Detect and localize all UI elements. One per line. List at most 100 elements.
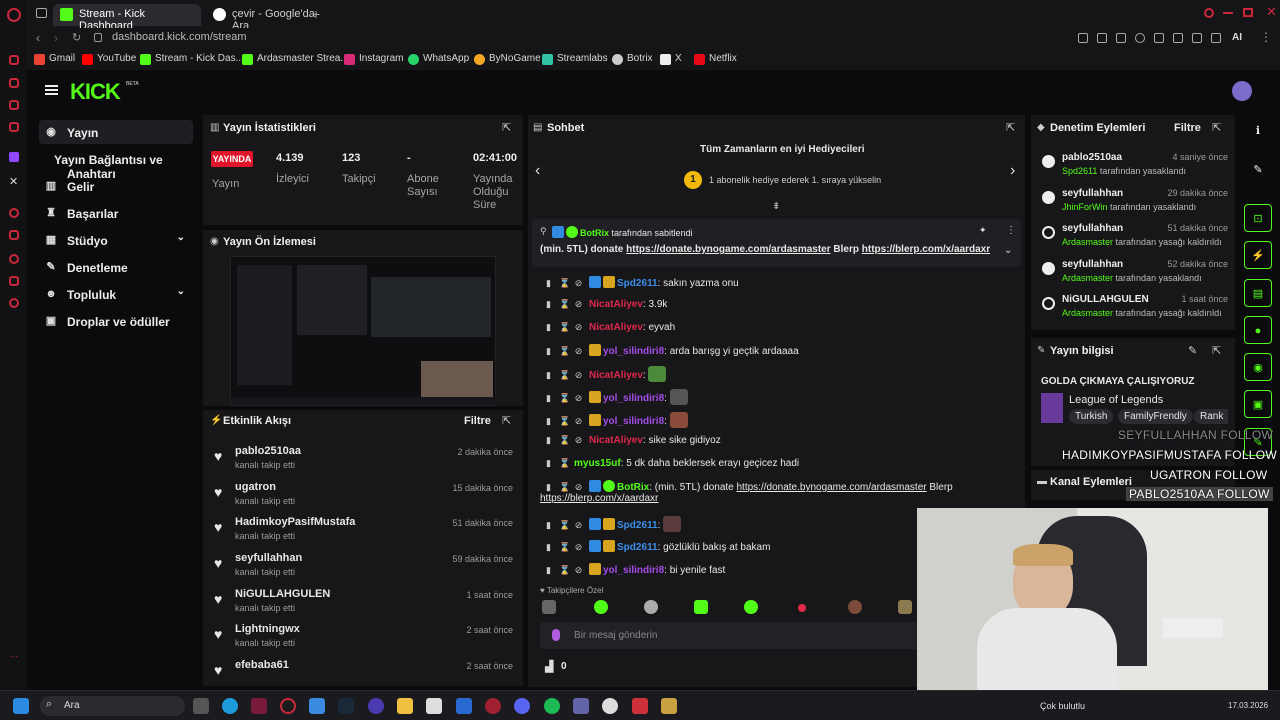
lightning-icon[interactable]: ⚡ xyxy=(1244,241,1272,269)
discord-icon[interactable] xyxy=(514,698,530,714)
twitch-icon[interactable] xyxy=(9,152,19,162)
popout-icon[interactable]: ⇱ xyxy=(502,414,511,427)
youtube-icon[interactable] xyxy=(9,122,19,132)
blerp-link[interactable]: https://blerp.com/x/aardaxr xyxy=(540,493,658,504)
mail-icon[interactable] xyxy=(456,698,472,714)
weather-label[interactable]: Çok bulutlu xyxy=(1040,701,1085,711)
bookmark-streamlabs[interactable]: Streamlabs xyxy=(542,53,608,65)
tag-chip[interactable]: Rank xyxy=(1194,409,1228,424)
unpin-icon[interactable]: ✦ xyxy=(979,225,987,236)
history-icon[interactable] xyxy=(9,55,19,65)
download-icon[interactable] xyxy=(1192,33,1202,43)
bookmark-netflix[interactable]: Netflix xyxy=(694,53,737,65)
heart-icon[interactable] xyxy=(1135,33,1145,43)
sidebar-item-denetleme[interactable]: ✎ Denetleme xyxy=(39,255,193,279)
sidebar-item-topluluk[interactable]: ☻ Topluluk ⌄ xyxy=(39,282,193,306)
tab-menu-icon[interactable] xyxy=(36,8,47,18)
tv-icon[interactable] xyxy=(9,100,19,110)
wallet-icon[interactable] xyxy=(9,78,19,88)
emote-icon[interactable] xyxy=(848,600,862,614)
app-icon[interactable] xyxy=(251,698,267,714)
edit-icon[interactable]: ✎ xyxy=(1188,344,1197,357)
back-icon[interactable]: ‹ xyxy=(36,31,40,45)
emote-icon[interactable] xyxy=(694,600,708,614)
app-icon[interactable] xyxy=(485,698,501,714)
layers-icon[interactable]: ▣ xyxy=(1244,390,1272,418)
broadcast-icon[interactable]: ◉ xyxy=(1244,353,1272,381)
bookmark-botrix[interactable]: Botrix xyxy=(612,53,653,65)
bookmark-bynogame[interactable]: ByNoGame xyxy=(474,53,541,65)
more-menu-icon[interactable]: ⋮ xyxy=(1260,30,1272,44)
category-name[interactable]: League of Legends xyxy=(1069,394,1163,406)
sidebar-item-yayin[interactable]: ◉ Yayın xyxy=(39,120,193,144)
bookmark-gmail[interactable]: Gmail xyxy=(34,53,75,65)
app-icon[interactable] xyxy=(602,698,618,714)
chevron-down-icon[interactable]: ⌄ xyxy=(1004,245,1012,256)
pin-icon[interactable] xyxy=(9,230,19,240)
tag-chip[interactable]: FamilyFrendly xyxy=(1118,409,1193,424)
opera-logo-icon[interactable] xyxy=(7,8,21,22)
chat-input[interactable]: Bir mesaj gönderin xyxy=(540,622,920,649)
pin-tab-icon[interactable] xyxy=(1078,33,1088,43)
copilot-icon[interactable] xyxy=(309,698,325,714)
clock-icon[interactable] xyxy=(9,254,19,264)
chat-bubble-icon[interactable]: ● xyxy=(1244,316,1272,344)
league-icon[interactable] xyxy=(661,698,677,714)
snapshot-icon[interactable] xyxy=(1097,33,1107,43)
task-view-icon[interactable] xyxy=(193,698,209,714)
url-field[interactable]: dashboard.kick.com/stream xyxy=(112,31,247,43)
emote-icon[interactable] xyxy=(798,604,806,612)
store-icon[interactable]: ▟ xyxy=(545,660,553,673)
emote-icon[interactable] xyxy=(542,600,556,614)
popout-icon[interactable]: ⇱ xyxy=(1212,121,1221,134)
sidebar-item-droplar[interactable]: ▣ Droplar ve ödüller xyxy=(39,309,193,333)
plus-icon[interactable]: + xyxy=(312,6,320,22)
app-icon[interactable] xyxy=(632,698,648,714)
box-icon[interactable] xyxy=(9,276,19,286)
avatar[interactable] xyxy=(1232,81,1252,101)
tab-kick-dashboard[interactable]: Stream - Kick Dashboard xyxy=(53,4,201,32)
popout-icon[interactable]: ⇱ xyxy=(502,121,511,134)
opera-icon[interactable] xyxy=(280,698,296,714)
taskbar-search[interactable]: ⌕ Ara xyxy=(40,696,185,716)
bookmark-kick-stream[interactable]: Stream - Kick Das... xyxy=(140,53,244,65)
scan-icon[interactable]: ⊡ xyxy=(1244,204,1272,232)
blerp-link[interactable]: https://blerp.com/x/aardaxr xyxy=(862,244,990,255)
bookmark-youtube[interactable]: YouTube xyxy=(82,53,136,65)
play-icon[interactable] xyxy=(1116,33,1126,43)
bookmark-ardasmaster[interactable]: Ardasmaster Strea... xyxy=(242,53,349,65)
emote-icon[interactable] xyxy=(898,600,912,614)
bookmark-whatsapp[interactable]: WhatsApp xyxy=(408,53,469,65)
microphone-icon[interactable] xyxy=(552,629,560,641)
spotify-icon[interactable] xyxy=(544,698,560,714)
chevron-right-icon[interactable]: › xyxy=(1010,162,1015,180)
teams-icon[interactable] xyxy=(573,698,589,714)
edge-icon[interactable] xyxy=(222,698,238,714)
sidebar-item-studyo[interactable]: ▦ Stüdyo ⌄ xyxy=(39,228,193,252)
emote-icon[interactable] xyxy=(644,600,658,614)
donate-link[interactable]: https://donate.bynogame.com/ardasmaster xyxy=(626,244,831,255)
share-icon[interactable] xyxy=(1173,33,1183,43)
collapse-icon[interactable]: ⇟ xyxy=(772,201,780,212)
reload-icon[interactable]: ↻ xyxy=(72,31,81,44)
popout-icon[interactable]: ⇱ xyxy=(1212,344,1221,357)
settings-icon[interactable] xyxy=(9,298,19,308)
sidebar-item-gelir[interactable]: ▥ Gelir xyxy=(39,174,193,198)
x-icon[interactable]: ✕ xyxy=(9,175,18,188)
chevron-left-icon[interactable]: ‹ xyxy=(535,162,540,180)
sidebar-item-stream-key[interactable]: Yayın Bağlantısı ve Anahtarı xyxy=(39,147,209,181)
date-label[interactable]: 17.03.2026 xyxy=(1228,701,1268,710)
moderation-filter-button[interactable]: Filtre xyxy=(1174,122,1201,134)
search-tabs-icon[interactable] xyxy=(1204,8,1214,18)
windows-start-icon[interactable] xyxy=(13,698,29,714)
bookmark-instagram[interactable]: Instagram xyxy=(344,53,403,65)
activity-filter-button[interactable]: Filtre xyxy=(464,415,491,427)
kick-logo[interactable]: KICK xyxy=(70,79,121,105)
more-icon[interactable]: ⋯ xyxy=(10,652,18,661)
maximize-icon[interactable] xyxy=(1243,8,1253,17)
tag-chip[interactable]: Turkish xyxy=(1069,409,1114,424)
emote-icon[interactable] xyxy=(594,600,608,614)
bookmark-x[interactable]: X xyxy=(660,53,682,65)
minimize-icon[interactable] xyxy=(1223,12,1233,14)
obs-icon[interactable] xyxy=(368,698,384,714)
